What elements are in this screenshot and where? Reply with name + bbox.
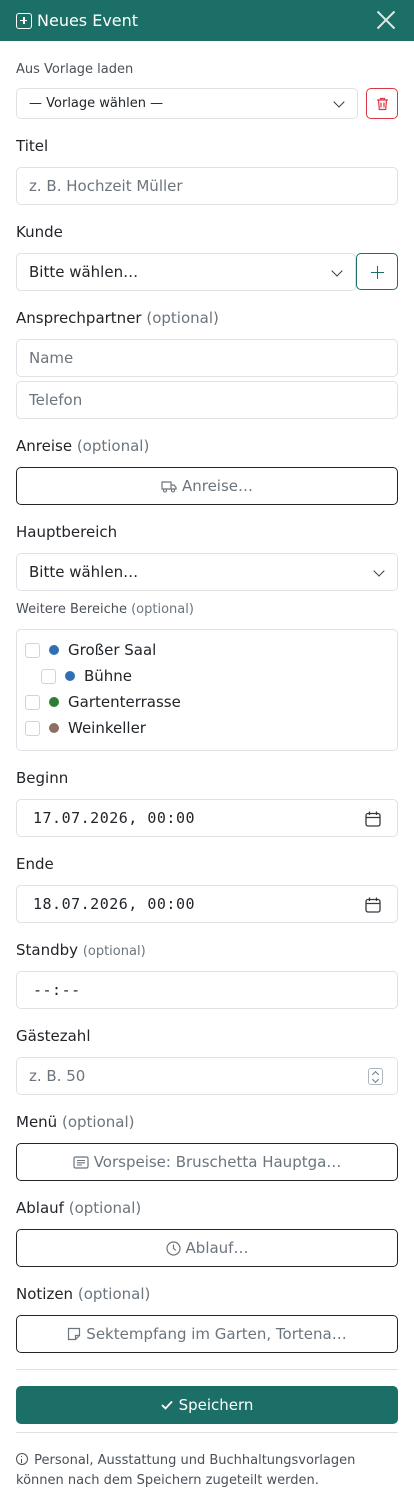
menue-label: Menü (optional) xyxy=(16,1113,135,1131)
modal-title: Neues Event xyxy=(37,11,139,30)
sticky-note-icon xyxy=(68,1327,81,1341)
ende-label: Ende xyxy=(16,855,54,873)
ansprechpartner-label: Ansprechpartner (optional) xyxy=(16,309,219,327)
ansprechpartner-telefon-input[interactable]: Telefon xyxy=(16,381,398,419)
weitere-bereiche-label: Weitere Bereiche (optional) xyxy=(16,602,194,617)
anreise-label: Anreise (optional) xyxy=(16,437,150,455)
calendar-icon[interactable] xyxy=(365,897,381,913)
titel-label: Titel xyxy=(16,137,49,155)
vorlage-label: Aus Vorlage laden xyxy=(16,62,134,77)
close-icon[interactable] xyxy=(376,10,396,30)
color-dot xyxy=(65,671,75,681)
card-text-icon xyxy=(73,1155,89,1169)
checkbox[interactable] xyxy=(25,694,40,710)
trash-icon xyxy=(376,97,388,110)
beginn-input[interactable]: 17.07.2026, 00:00 xyxy=(16,799,398,837)
titel-input[interactable]: z. B. Hochzeit Müller xyxy=(16,167,398,205)
beginn-label: Beginn xyxy=(16,769,69,787)
gaestezahl-label: Gästezahl xyxy=(16,1027,91,1045)
footnote: Personal, Ausstattung und Buchhaltungsvo… xyxy=(16,1453,356,1488)
calendar-icon[interactable] xyxy=(365,811,381,827)
list-item[interactable]: Weinkeller xyxy=(25,719,146,737)
check-icon xyxy=(160,1400,173,1410)
list-item[interactable]: Gartenterrasse xyxy=(25,693,181,711)
ablauf-button[interactable]: Ablauf… xyxy=(16,1229,398,1267)
kunde-label: Kunde xyxy=(16,223,63,241)
calendar-plus-icon xyxy=(16,12,32,29)
hauptbereich-select[interactable]: Bitte wählen… xyxy=(16,553,398,591)
menue-button[interactable]: Vorspeise: Bruschetta Hauptga… xyxy=(16,1143,398,1181)
color-dot xyxy=(49,697,59,707)
vorlage-select[interactable]: — Vorlage wählen — xyxy=(16,88,358,119)
divider xyxy=(16,1369,398,1370)
ansprechpartner-name-input[interactable]: Name xyxy=(16,339,398,377)
number-spinner-icon[interactable] xyxy=(368,1068,383,1085)
truck-icon xyxy=(161,480,177,493)
standby-label: Standby (optional) xyxy=(16,941,146,959)
list-item[interactable]: Bühne xyxy=(41,667,132,685)
color-dot xyxy=(49,645,59,655)
chevron-down-icon xyxy=(373,565,385,577)
gaestezahl-input[interactable]: z. B. 50 xyxy=(16,1057,398,1095)
list-item[interactable]: Großer Saal xyxy=(25,641,156,659)
info-icon xyxy=(16,1453,28,1465)
anreise-button[interactable]: Anreise… xyxy=(16,467,398,505)
color-dot xyxy=(49,723,59,733)
divider xyxy=(16,1432,398,1433)
notizen-label: Notizen (optional) xyxy=(16,1285,151,1303)
chevron-down-icon xyxy=(331,265,343,277)
add-kunde-button[interactable] xyxy=(356,253,398,290)
kunde-select[interactable]: Bitte wählen… xyxy=(16,253,356,291)
clock-icon xyxy=(165,1240,181,1256)
delete-vorlage-button[interactable] xyxy=(366,88,398,119)
save-button[interactable]: Speichern xyxy=(16,1386,398,1424)
notizen-button[interactable]: Sektempfang im Garten, Tortena… xyxy=(16,1315,398,1353)
chevron-down-icon xyxy=(333,96,345,108)
hauptbereich-label: Hauptbereich xyxy=(16,523,118,541)
ablauf-label: Ablauf (optional) xyxy=(16,1199,142,1217)
checkbox[interactable] xyxy=(41,668,56,684)
modal-header: Neues Event xyxy=(0,0,414,41)
checkbox[interactable] xyxy=(25,642,40,658)
ende-input[interactable]: 18.07.2026, 00:00 xyxy=(16,885,398,923)
standby-time-input[interactable]: --:-- xyxy=(16,971,398,1009)
checkbox[interactable] xyxy=(25,720,40,736)
